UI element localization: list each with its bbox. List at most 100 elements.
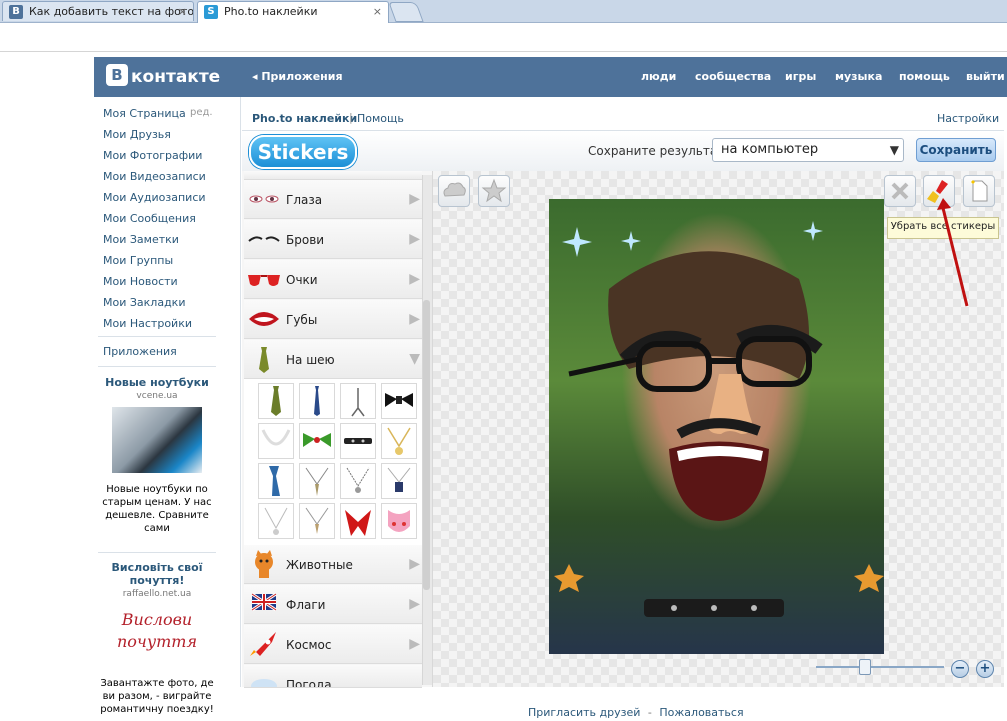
sticker-choker[interactable] [340, 423, 376, 459]
category-partial[interactable] [244, 171, 422, 180]
footer-separator: - [647, 706, 652, 719]
menu-groups[interactable]: Мои Группы [103, 254, 173, 267]
menu-divider [98, 336, 216, 337]
nav-communities[interactable]: сообщества [695, 70, 771, 83]
app-settings-link[interactable]: Настройки [937, 112, 999, 125]
sticker-scarf-blue[interactable] [258, 463, 294, 499]
star-icon [481, 178, 507, 203]
category-glasses[interactable]: Очки ▶ [244, 260, 422, 299]
chevron-right-icon: ▶ [409, 231, 420, 247]
tie-icon [259, 347, 269, 373]
browser-tab[interactable]: B Как добавить текст на фото × [2, 1, 194, 21]
ad-laptop-image[interactable] [112, 407, 202, 473]
menu-settings[interactable]: Мои Настройки [103, 317, 192, 330]
menu-friends[interactable]: Мои Друзья [103, 128, 171, 141]
menu-notes[interactable]: Мои Заметки [103, 233, 179, 246]
necklace-icon [305, 507, 329, 534]
menu-bookmarks[interactable]: Мои Закладки [103, 296, 185, 309]
chevron-right-icon: ▶ [409, 636, 420, 652]
bib-icon [388, 510, 410, 532]
sticker-tie-striped[interactable] [258, 383, 294, 419]
menu-edit-link[interactable]: ред. [190, 107, 213, 118]
sticker-tooth-necklace[interactable] [299, 503, 335, 539]
chevron-right-icon: ▶ [409, 271, 420, 287]
save-button[interactable]: Сохранить [916, 138, 996, 162]
menu-messages[interactable]: Мои Сообщения [103, 212, 196, 225]
category-space[interactable]: Космос ▶ [244, 625, 422, 664]
ad-block[interactable]: Висловіть свої почуття! raffaello.net.ua… [98, 561, 216, 717]
menu-news[interactable]: Мои Новости [103, 275, 178, 288]
menu-applications[interactable]: Приложения [103, 345, 177, 358]
category-label: Губы [286, 313, 318, 327]
chevron-right-icon: ▶ [409, 311, 420, 327]
chevron-down-icon: ▼ [889, 143, 899, 157]
ad-block[interactable]: Новые ноутбуки vcene.ua Новые ноутбуки п… [98, 376, 216, 535]
menu-photos[interactable]: Мои Фотографии [103, 149, 202, 162]
category-eyes[interactable]: Глаза ▶ [244, 180, 422, 219]
category-lips[interactable]: Губы ▶ [244, 300, 422, 339]
vk-logo-icon: В [106, 64, 128, 86]
category-label: Глаза [286, 193, 323, 207]
cloud-sticker-icon [443, 182, 466, 197]
sticker-bib-pink[interactable] [381, 503, 417, 539]
zoom-out-button[interactable]: − [951, 660, 969, 678]
sticker-pendant-gold[interactable] [381, 423, 417, 459]
ad-title[interactable]: Висловіть свої почуття! [98, 561, 216, 587]
zoom-in-button[interactable]: + [976, 660, 994, 678]
app-title[interactable]: Pho.to наклейки [252, 112, 357, 125]
category-label: Космос [286, 638, 332, 652]
zoom-slider-handle[interactable] [858, 659, 871, 675]
sticker-bow-tie-black[interactable] [381, 383, 417, 419]
sticker-pendant-silver[interactable] [258, 503, 294, 539]
sticker-fang-necklace[interactable] [299, 463, 335, 499]
rocket-icon [250, 632, 276, 656]
zoom-slider-track[interactable] [816, 666, 944, 668]
ad-raffaello-image[interactable]: Вислови почуття [112, 609, 202, 665]
menu-videos[interactable]: Мои Видеозаписи [103, 170, 206, 183]
sticker-tie-blue[interactable] [299, 383, 335, 419]
pin-icon [351, 388, 365, 417]
menu-audio[interactable]: Мои Аудиозаписи [103, 191, 206, 204]
scrollbar-thumb[interactable] [423, 300, 430, 590]
sticker-bandana-red[interactable] [340, 503, 376, 539]
invite-friends-link[interactable]: Пригласить друзей [528, 706, 640, 719]
edited-photo[interactable] [549, 199, 884, 654]
bow-tie-icon [303, 433, 331, 447]
category-weather[interactable]: Погода [244, 665, 422, 688]
close-icon[interactable]: × [373, 2, 382, 22]
close-icon[interactable]: × [178, 2, 187, 21]
title-separator: | [349, 111, 353, 124]
category-animals[interactable]: Животные ▶ [244, 545, 422, 584]
logo-text: контакте [131, 67, 221, 87]
sticker-tag-necklace[interactable] [381, 463, 417, 499]
chevron-right-icon: ▶ [409, 556, 420, 572]
nav-help[interactable]: помощь [899, 70, 950, 83]
sticker-tie-pin[interactable] [340, 383, 376, 419]
save-target-select[interactable]: на компьютер ▼ [712, 138, 904, 162]
menu-my-page[interactable]: Моя Страница [103, 107, 186, 120]
category-eyebrows[interactable]: Брови ▶ [244, 220, 422, 259]
ad-title[interactable]: Новые ноутбуки [98, 376, 216, 389]
report-link[interactable]: Пожаловаться [659, 706, 743, 719]
sticker-chain-pendant[interactable] [340, 463, 376, 499]
ad-divider [98, 552, 216, 553]
vk-logo[interactable]: Вконтакте [106, 64, 220, 90]
nav-logout[interactable]: выйти [966, 70, 1005, 83]
tie-icon [271, 386, 281, 416]
apps-nav-link[interactable]: ◂ Приложения [252, 70, 343, 83]
star-sticker-button[interactable] [478, 175, 510, 207]
app-help-link[interactable]: Помощь [357, 112, 404, 125]
browser-tab-active[interactable]: S Pho.to наклейки × [197, 1, 389, 23]
eyes-icon [249, 195, 279, 203]
ad-site: raffaello.net.ua [122, 589, 192, 599]
category-flags[interactable]: Флаги ▶ [244, 585, 422, 624]
delete-sticker-button[interactable] [884, 175, 916, 207]
tie-icon [314, 386, 320, 416]
nav-games[interactable]: игры [785, 70, 816, 83]
sticker-shape-button[interactable] [438, 175, 470, 207]
nav-people[interactable]: люди [641, 70, 676, 83]
sticker-bow-tie-green[interactable] [299, 423, 335, 459]
category-neck[interactable]: На шею ▼ [244, 340, 422, 379]
sticker-necklace-pearl[interactable] [258, 423, 294, 459]
nav-music[interactable]: музыка [835, 70, 882, 83]
